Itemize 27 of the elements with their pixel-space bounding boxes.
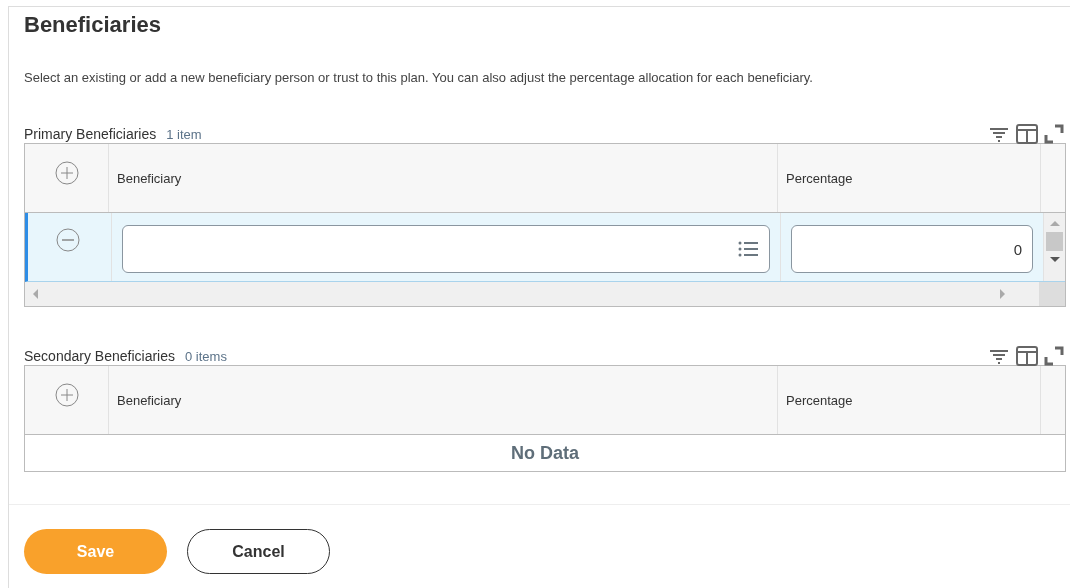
empty-message: No Data xyxy=(510,441,580,465)
list-icon[interactable] xyxy=(737,240,759,258)
item-count: 1 item xyxy=(166,126,202,142)
horizontal-scrollbar[interactable] xyxy=(25,282,1065,306)
filter-icon[interactable] xyxy=(988,125,1010,143)
columns-icon[interactable] xyxy=(1016,124,1038,144)
cancel-button[interactable]: Cancel xyxy=(187,529,330,574)
column-header: Beneficiary xyxy=(109,144,778,212)
vertical-scrollbar[interactable] xyxy=(1044,213,1065,281)
section-title: Secondary Beneficiaries xyxy=(24,348,175,364)
remove-icon[interactable] xyxy=(56,228,80,252)
add-icon[interactable] xyxy=(54,161,79,185)
expand-icon[interactable] xyxy=(1044,346,1064,366)
columns-icon[interactable] xyxy=(1016,346,1038,366)
filter-icon[interactable] xyxy=(988,347,1010,365)
item-count: 0 items xyxy=(185,348,227,364)
column-header: Percentage xyxy=(778,366,1041,434)
section-title: Primary Beneficiaries xyxy=(24,126,157,142)
column-header: Beneficiary xyxy=(109,366,778,434)
description-text: Select an existing or add a new beneficiary person or trust to this plan. You can also adjust the percentage allocation for each beneficiary. xyxy=(24,70,814,85)
column-header: Percentage xyxy=(778,144,1041,212)
percentage-field[interactable]: 0 xyxy=(791,225,1033,273)
table-row[interactable]: 0 xyxy=(25,213,1065,282)
add-icon[interactable] xyxy=(54,383,79,407)
beneficiary-field[interactable] xyxy=(122,225,770,273)
page-title: Beneficiaries xyxy=(24,12,162,38)
expand-icon[interactable] xyxy=(1044,124,1064,144)
